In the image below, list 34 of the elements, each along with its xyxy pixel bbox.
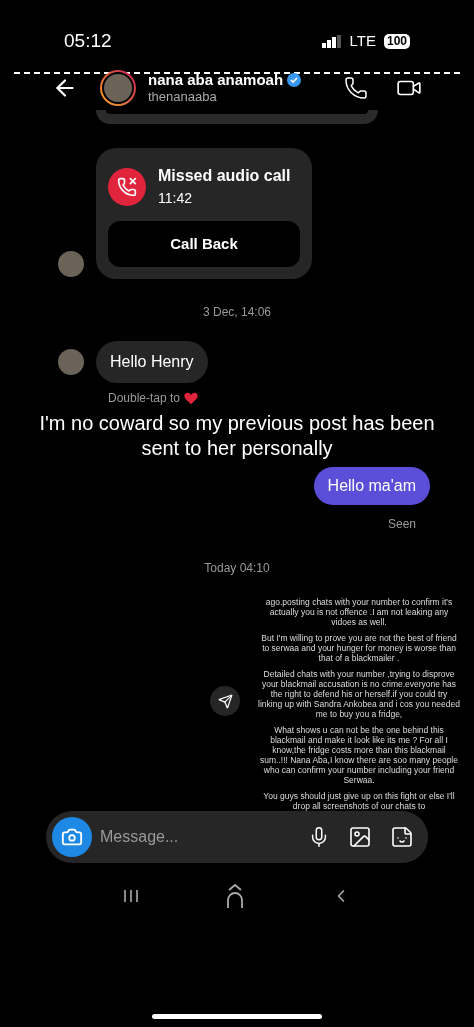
- message-bubble: Hello ma'am: [313, 467, 430, 505]
- sticker-icon[interactable]: [390, 825, 414, 849]
- timestamp: Today 04:10: [204, 560, 270, 577]
- note-paragraph: Detailed chats with your number ,trying to disprove your blackmail accusation is no crime.everyone has the right to defend his or herself.if you could try linking up with Sandra Ankobea and i cos you needed me to buy you a fridge,: [258, 669, 460, 719]
- call-back-button[interactable]: Call Back: [108, 221, 300, 267]
- battery-level: 100: [383, 33, 410, 49]
- network-label: LTE: [349, 30, 376, 51]
- camera-button[interactable]: [52, 817, 92, 857]
- missed-call-icon: [108, 167, 146, 206]
- contact-name: nana aba anamoah: [148, 70, 284, 90]
- heart-icon: [184, 391, 199, 405]
- note-paragraph: But I'm willing to prove you are not the best of friend to serwaa and your hunger for money is worse than that of a blackmailer .: [260, 633, 458, 663]
- note-paragraph: You guys should just give up on this fight or else I'll drop all screenshots of our chats to: [262, 791, 456, 811]
- message-composer[interactable]: Message...: [46, 811, 428, 863]
- message-input[interactable]: Message...: [100, 825, 308, 849]
- note-paragraph: What shows u can not be the one behind this blackmail and make it look like its me ? For all I know,the fridge costs more than this blackmail sum..!!! Nana Aba,I know there are soo many people who can confirm your number including your friend Serwaa.: [259, 725, 459, 785]
- camera-icon: [61, 826, 83, 848]
- timestamp: 3 Dec, 14:06: [202, 304, 271, 321]
- signal-icon: [321, 34, 342, 48]
- share-icon[interactable]: [210, 686, 240, 716]
- avatar: [100, 70, 136, 106]
- recent-apps-icon[interactable]: [123, 890, 139, 902]
- call-title: Missed audio call: [158, 166, 291, 186]
- message-bubble: Hello Henry: [96, 341, 208, 383]
- contact-username: thenanaaba: [148, 89, 218, 106]
- caption-overlay: I'm no coward so my previous post has been sent to her personally: [38, 411, 436, 461]
- gallery-icon[interactable]: [348, 825, 372, 849]
- seen-status: Seen: [387, 516, 416, 533]
- note-paragraph: ago.posting chats with your number to confirm it's actually you is not offence .I am not leaking any vidoes as well.: [264, 597, 454, 627]
- call-icon[interactable]: [344, 76, 368, 100]
- home-icon[interactable]: [225, 883, 245, 909]
- status-time: 05:12: [64, 28, 112, 53]
- reaction-hint: Double-tap to: [108, 390, 181, 407]
- call-time: 11:42: [158, 189, 193, 208]
